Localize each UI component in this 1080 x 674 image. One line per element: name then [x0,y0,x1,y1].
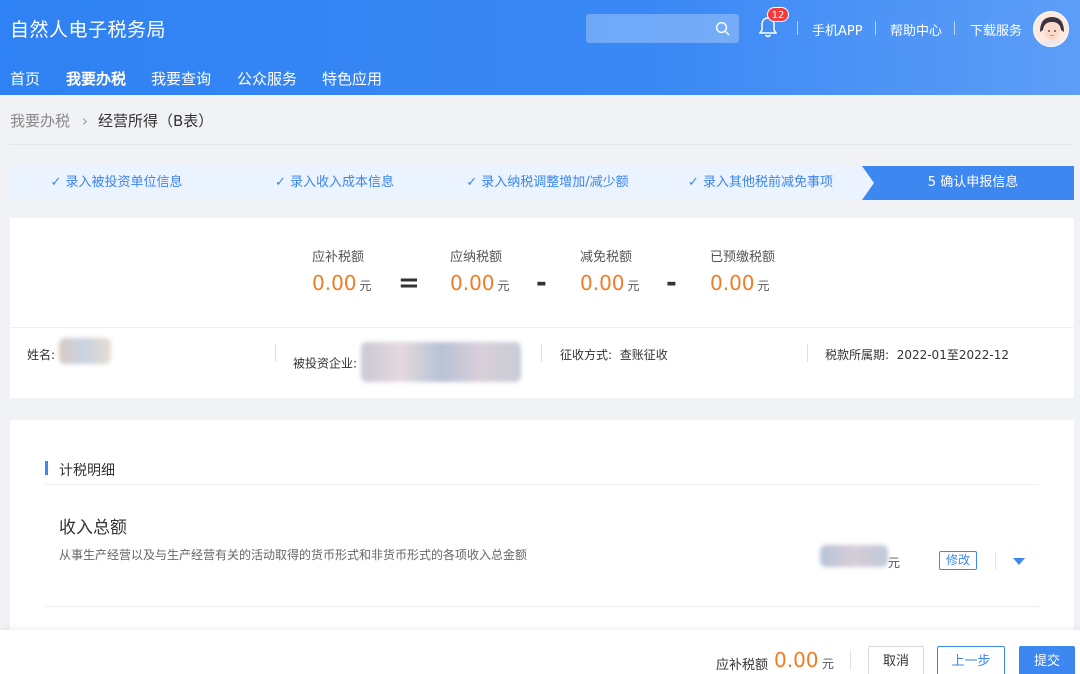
tax-summary-card: 应补税额 0.00 元 = 应纳税额 0.00 元 - 减免税额 0.00 元 - 已… [10,218,1074,398]
top-header: 自然人电子税务局 12 手机APP 帮助中心 下载服务 首页 我要办税 我要查询… [0,0,1080,95]
invested-enterprise: 被投资企业: [293,342,521,382]
step-chevron [223,166,235,200]
step-1[interactable]: ✓ 录入被投资单位信息 [10,166,223,200]
minus-sign: - [536,268,547,298]
divider [797,21,798,35]
search-icon[interactable] [715,21,730,36]
redacted-enterprise [360,342,521,382]
site-logo[interactable]: 自然人电子税务局 [10,15,166,42]
footer-payable-unit: 元 [822,657,835,671]
divider [995,552,996,570]
progress-steps: ✓ 录入被投资单位信息 ✓ 录入收入成本信息 ✓ 录入纳税调整增加/减少额 ✓ 录入其他… [10,166,1074,200]
check-icon: ✓ [466,175,478,190]
collection-method: 征收方式: 查账征收 [560,348,668,362]
breadcrumb: 我要办税 › 经营所得（B表） [10,110,213,131]
nav-featured-apps[interactable]: 特色应用 [322,68,382,89]
edit-button[interactable]: 修改 [939,551,977,570]
step-chevron [436,166,448,200]
income-total-description: 从事生产经营以及与生产经营有关的活动取得的货币形式和非货币形式的各项收入总金额 [59,548,528,562]
nav-home[interactable]: 首页 [10,68,40,89]
cancel-button[interactable]: 取消 [868,646,924,674]
caret-down-icon[interactable] [1013,558,1025,565]
nav-query[interactable]: 我要查询 [151,68,211,89]
section-title: 计税明细 [45,460,115,480]
check-icon: ✓ [688,175,699,190]
step-chevron [649,166,661,200]
equals-sign: = [398,268,420,298]
divider [275,344,276,362]
redacted-income-amount [820,545,888,567]
tax-due-amount: 应纳税额 0.00 元 [450,250,510,295]
redacted-name [58,337,111,364]
step-3[interactable]: ✓ 录入纳税调整增加/减少额 [436,166,649,200]
help-center-link[interactable]: 帮助中心 [890,20,942,39]
divider [875,21,876,35]
divider [45,484,1039,485]
income-unit: 元 [888,556,901,570]
user-avatar[interactable] [1033,11,1069,47]
payable-amount: 应补税额 0.00 元 [312,250,372,295]
prepaid-amount: 已预缴税额 0.00 元 [710,250,776,295]
notification-badge: 12 [767,7,789,22]
check-icon: ✓ [50,175,62,190]
divider [10,327,1074,328]
divider [10,144,1074,145]
search-box[interactable] [586,14,739,43]
nav-public-service[interactable]: 公众服务 [237,68,297,89]
income-total-title: 收入总额 [59,518,127,538]
divider [850,650,851,670]
download-service-link[interactable]: 下载服务 [970,20,1022,39]
taxpayer-name: 姓名: [27,337,111,364]
divider [954,21,955,35]
step-2[interactable]: ✓ 录入收入成本信息 [223,166,436,200]
divider [541,344,542,362]
submit-button[interactable]: 提交 [1019,646,1075,674]
tax-period: 税款所属期: 2022-01至2022-12 [825,348,1009,362]
divider [45,606,1039,607]
breadcrumb-parent[interactable]: 我要办税 [10,112,70,130]
divider [807,344,808,362]
nav-tax-handling[interactable]: 我要办税 [66,68,126,89]
step-4[interactable]: ✓ 录入其他税前减免事项 [649,166,862,200]
previous-step-button[interactable]: 上一步 [937,646,1005,674]
step-chevron [862,166,874,200]
footer-payable-value: 0.00 [774,648,819,672]
breadcrumb-current: 经营所得（B表） [98,112,214,130]
chevron-right-icon: › [82,112,89,130]
tax-relief-amount: 减免税额 0.00 元 [580,250,640,295]
search-input[interactable] [586,14,716,43]
minus-sign: - [666,268,677,298]
mobile-app-link[interactable]: 手机APP [812,20,863,39]
step-5[interactable]: 5 确认申报信息 [862,166,1074,200]
action-footer: 应补税额 0.00 元 取消 上一步 提交 [0,630,1080,674]
tax-detail-card: 计税明细 收入总额 从事生产经营以及与生产经营有关的活动取得的货币形式和非货币形… [10,420,1074,635]
check-icon: ✓ [275,175,286,190]
footer-payable-label: 应补税额 [716,658,769,673]
avatar-icon [1034,12,1068,46]
